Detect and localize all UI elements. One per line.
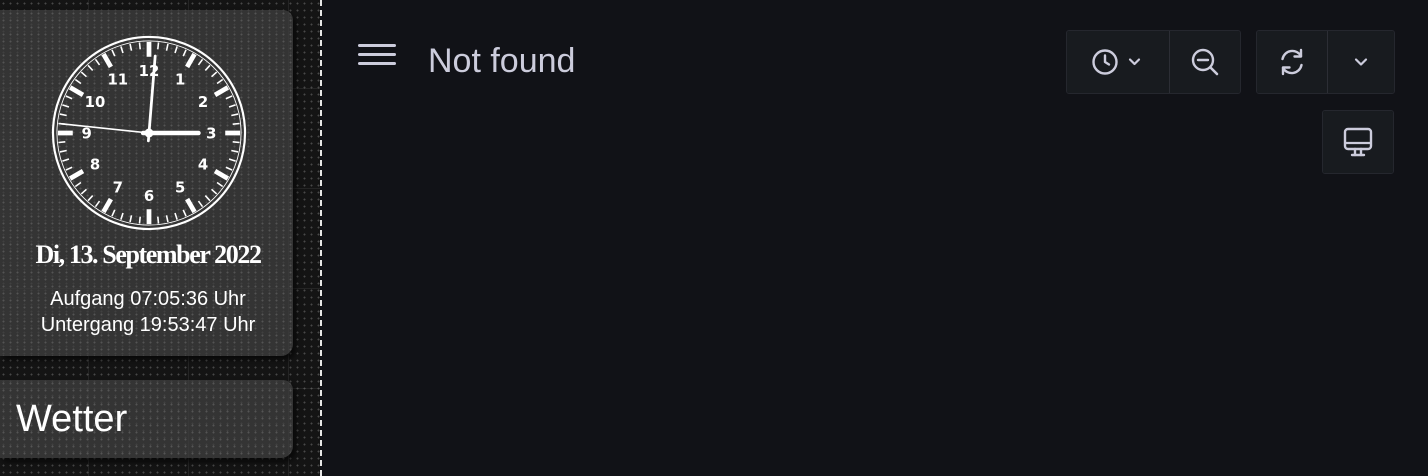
clock-number: 11: [107, 70, 128, 88]
minute-tick: [87, 195, 94, 202]
minute-tick: [204, 195, 211, 202]
refresh-interval-button[interactable]: [1327, 31, 1394, 93]
time-controls: [1066, 30, 1241, 94]
analog-clock: 12 1234567891011: [51, 35, 247, 231]
minute-tick: [228, 158, 236, 162]
minute-tick: [197, 200, 204, 208]
sunset-label: Untergang 19:53:47 Uhr: [40, 314, 256, 336]
minute-tick: [74, 78, 82, 85]
minute-tick: [62, 158, 70, 162]
minute-tick: [232, 122, 240, 125]
clock-number: 8: [90, 156, 100, 174]
time-picker-button[interactable]: [1067, 31, 1169, 93]
minute-tick: [129, 215, 133, 223]
minute-tick: [120, 212, 124, 220]
minute-tick: [65, 95, 73, 100]
minute-tick: [59, 113, 67, 117]
hour-tick: [101, 52, 113, 69]
minute-tick: [80, 71, 87, 78]
dashboard-sidebar: 12 1 2 3 4 5 6 7 8 9 10 11 Di, 13. September 2022 A…: [0, 0, 320, 476]
tv-mode-button[interactable]: [1323, 111, 1393, 173]
minute-tick: [197, 58, 204, 66]
minute-tick: [216, 78, 224, 85]
chevron-down-icon: [1354, 58, 1368, 66]
sunrise-label: Aufgang 07:05:36 Uhr: [50, 288, 246, 310]
hour-tick: [101, 197, 113, 214]
minute-tick: [59, 149, 67, 153]
hamburger-icon: [358, 62, 396, 65]
minute-tick: [87, 64, 94, 71]
clock-center-pin: [144, 128, 154, 138]
view-controls: [1322, 110, 1394, 174]
minute-tick: [129, 43, 133, 51]
minute-tick: [157, 216, 160, 224]
hour-tick: [213, 85, 230, 97]
minute-tick: [111, 209, 116, 217]
clock-number: 10: [85, 93, 106, 111]
minute-tick: [138, 42, 141, 50]
minute-tick: [120, 46, 124, 54]
minute-tick: [157, 42, 160, 50]
minute-tick: [225, 95, 233, 100]
weather-title: Wetter: [16, 398, 128, 440]
clock-number: 2: [198, 93, 208, 111]
minute-tick: [182, 49, 187, 57]
zoom-out-button[interactable]: [1169, 31, 1240, 93]
screen: 12 1 2 3 4 5 6 7 8 9 10 11 Di, 13. September 2022 A…: [0, 0, 1428, 476]
minute-tick: [204, 64, 211, 71]
minute-tick: [231, 113, 239, 117]
hour-tick: [213, 169, 230, 181]
hour-tick: [68, 85, 85, 97]
minute-tick: [165, 215, 169, 223]
minute-tick: [58, 141, 66, 144]
clock-number: 4: [198, 156, 208, 174]
clock-number: 6: [144, 187, 154, 205]
minute-tick: [138, 216, 141, 224]
minute-tick: [211, 188, 218, 195]
minute-tick: [228, 104, 236, 108]
clock-number: 7: [113, 178, 123, 196]
page-title: Not found: [428, 42, 576, 80]
minute-tick: [174, 46, 178, 54]
minute-tick: [165, 43, 169, 51]
minute-tick: [74, 181, 82, 188]
clock-icon: [1092, 49, 1141, 75]
clock-number: 12: [139, 62, 160, 80]
refresh-icon: [1281, 48, 1303, 76]
monitor-icon: [1343, 127, 1373, 157]
hour-tick: [185, 52, 197, 69]
minute-tick: [94, 58, 101, 66]
minute-tick: [232, 141, 240, 144]
minute-tick: [174, 212, 178, 220]
menu-button[interactable]: [356, 42, 398, 68]
refresh-button[interactable]: [1257, 31, 1327, 93]
minute-tick: [211, 71, 218, 78]
minute-tick: [231, 149, 239, 153]
minute-tick: [216, 181, 224, 188]
minute-tick: [80, 188, 87, 195]
minute-tick: [65, 166, 73, 171]
minute-tick: [62, 104, 70, 108]
date-label: Di, 13. September 2022: [35, 240, 261, 269]
refresh-controls: [1256, 30, 1395, 94]
hamburger-icon: [358, 44, 396, 47]
minute-tick: [182, 209, 187, 217]
hamburger-icon: [358, 53, 396, 56]
clock-number: 1: [175, 70, 185, 88]
clock-number: 5: [175, 178, 185, 196]
hour-tick: [185, 197, 197, 214]
zoom-out-icon: [1191, 48, 1219, 76]
minute-tick: [94, 200, 101, 208]
clock-number: 3: [206, 124, 216, 142]
hour-tick: [68, 169, 85, 181]
chevron-down-icon: [1128, 58, 1141, 66]
minute-tick: [225, 166, 233, 171]
minute-tick: [111, 49, 116, 57]
